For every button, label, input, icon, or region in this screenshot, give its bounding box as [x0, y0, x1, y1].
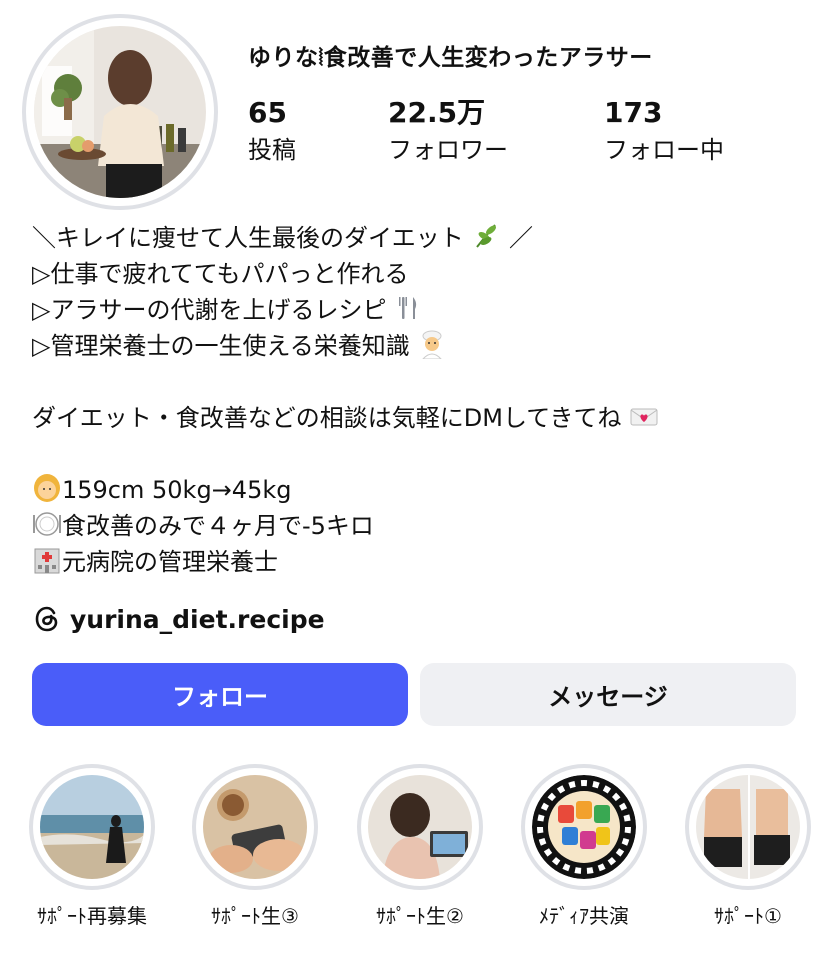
bio-line-7-text: 食改善のみで４ヶ月で-5キロ	[62, 512, 374, 540]
follow-button[interactable]: フォロー	[32, 663, 408, 726]
followers-label: フォロワー	[388, 136, 508, 164]
message-button[interactable]: メッセージ	[420, 663, 796, 726]
beach-thumbnail	[40, 775, 144, 879]
bio-line-6-text: 159cm 50kg→45kg	[62, 476, 292, 504]
profile-name: ゆりな⦚食改善で人生変わったアラサー	[248, 45, 653, 71]
bio-line-1-end: ／	[509, 224, 534, 252]
threads-link[interactable]: yurina_diet.recipe	[32, 604, 325, 634]
highlight-label: ｻﾎﾟｰﾄ①	[714, 904, 782, 928]
highlight-support-1[interactable]: ｻﾎﾟｰﾄ①	[683, 764, 813, 929]
threads-handle: yurina_diet.recipe	[70, 604, 325, 634]
tv-logo-thumbnail	[532, 775, 636, 879]
highlight-support-recruit[interactable]: ｻﾎﾟｰﾄ再募集	[27, 764, 157, 929]
chef-icon	[422, 330, 443, 359]
bio-line-2: ▷仕事で疲れててもパパっと作れる	[32, 260, 409, 288]
love-letter-icon	[630, 408, 658, 426]
before-after-thumbnail	[696, 775, 800, 879]
bio-line-4: ▷管理栄養士の一生使える栄養知識	[32, 328, 659, 364]
bio-line-5-text: ダイエット・食改善などの相談は気軽にDMしてきてね	[32, 404, 622, 432]
avatar-photo	[34, 26, 206, 198]
highlight-label: ｻﾎﾟｰﾄ生②	[376, 904, 464, 928]
highlight-media[interactable]: ﾒﾃﾞｨｱ共演	[519, 764, 649, 929]
following-label: フォロー中	[604, 136, 724, 164]
fork-knife-icon	[399, 297, 417, 319]
bio-line-1: ＼キレイに痩せて人生最後のダイエット ／	[32, 220, 659, 256]
bio-line-5: ダイエット・食改善などの相談は気軽にDMしてきてね	[32, 400, 659, 436]
hospital-icon	[34, 548, 60, 574]
highlight-label: ｻﾎﾟｰﾄ生③	[211, 904, 299, 928]
bio-line-4-text: ▷管理栄養士の一生使える栄養知識	[32, 332, 410, 360]
bio-line-8: 元病院の管理栄養士	[32, 544, 659, 580]
bio-line-3-text: ▷アラサーの代謝を上げるレシピ	[32, 296, 387, 324]
laptop-thumbnail	[368, 775, 472, 879]
bio-line-8-text: 元病院の管理栄養士	[62, 548, 278, 576]
cafe-phone-thumbnail	[203, 775, 307, 879]
highlight-label: ﾒﾃﾞｨｱ共演	[539, 904, 629, 928]
highlight-support-3[interactable]: ｻﾎﾟｰﾄ生③	[190, 764, 320, 929]
posts-stat[interactable]: 65 投稿	[248, 96, 296, 166]
following-stat[interactable]: 173 フォロー中	[604, 96, 724, 166]
highlight-label: ｻﾎﾟｰﾄ再募集	[37, 904, 147, 928]
threads-icon	[35, 606, 58, 632]
plate-icon	[33, 512, 61, 536]
posts-count: 65	[248, 96, 287, 129]
followers-count: 22.5万	[388, 96, 486, 129]
herb-icon	[476, 224, 497, 248]
followers-stat[interactable]: 22.5万 フォロワー	[388, 96, 508, 166]
bio-line-7: 食改善のみで４ヶ月で-5キロ	[32, 508, 659, 544]
following-count: 173	[604, 96, 663, 129]
bio-line-6: 159cm 50kg→45kg	[32, 472, 659, 508]
bio-line-1-text: ＼キレイに痩せて人生最後のダイエット	[32, 224, 464, 252]
woman-icon	[34, 474, 60, 502]
profile-avatar[interactable]	[22, 14, 218, 210]
posts-label: 投稿	[248, 136, 296, 164]
bio-line-3: ▷アラサーの代謝を上げるレシピ	[32, 292, 659, 328]
highlight-support-2[interactable]: ｻﾎﾟｰﾄ生②	[355, 764, 485, 929]
profile-bio: ＼キレイに痩せて人生最後のダイエット ／ ▷仕事で疲れててもパパっと作れる ▷ア…	[32, 220, 659, 580]
